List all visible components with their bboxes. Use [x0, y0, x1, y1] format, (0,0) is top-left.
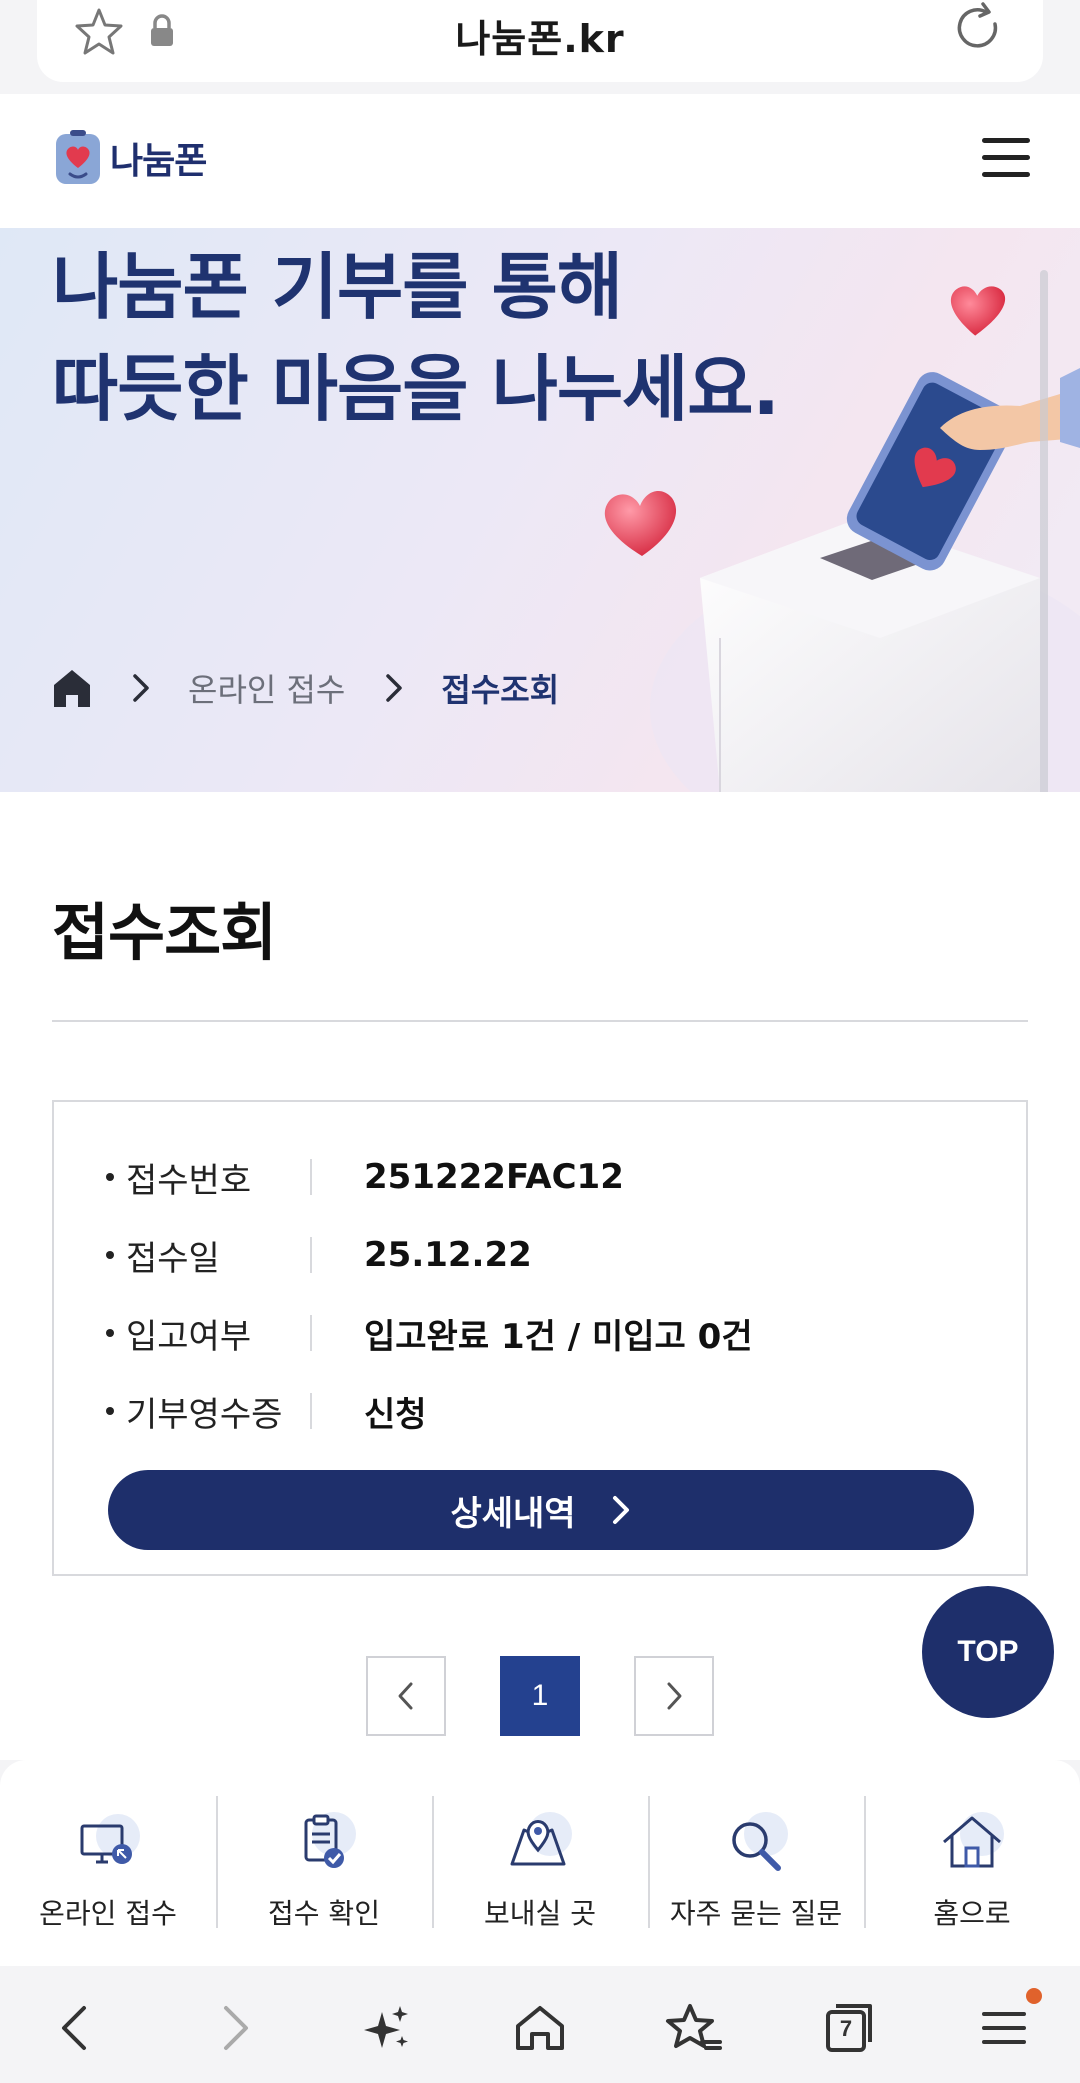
info-separator [310, 1237, 312, 1273]
browser-bottom-nav: 7 [0, 1966, 1080, 2083]
quick-send-address[interactable]: 보내실 곳 [432, 1796, 648, 1946]
ai-sparkle-icon[interactable] [356, 1998, 416, 2058]
map-pin-icon [510, 1812, 572, 1866]
house-icon [943, 1812, 1004, 1868]
chevron-right-icon [667, 1682, 682, 1710]
reload-icon[interactable] [951, 0, 1007, 56]
url-text[interactable]: 나눔폰.kr [37, 8, 1043, 63]
pagination-prev-button[interactable] [366, 1656, 446, 1736]
site-header: 나눔폰 [0, 94, 1080, 228]
breadcrumb-online-application[interactable]: 온라인 접수 [188, 665, 345, 711]
info-row-receipt-date: 접수일 25.12.22 [106, 1230, 532, 1280]
site-logo[interactable]: 나눔폰 [52, 128, 207, 188]
quick-label: 접수 확인 [268, 1897, 380, 1930]
title-divider [52, 1020, 1028, 1022]
address-bar[interactable]: 나눔폰.kr [37, 0, 1043, 82]
browser-url-bar: 나눔폰.kr [0, 0, 1080, 94]
quick-online-application[interactable]: 온라인 접수 [0, 1796, 216, 1946]
info-row-donation-receipt: 기부영수증 신청 [106, 1386, 427, 1436]
bullet [106, 1407, 114, 1415]
info-value: 25.12.22 [364, 1235, 532, 1275]
bullet [106, 1251, 114, 1259]
detail-button-label: 상세내역 [450, 1493, 576, 1534]
quick-faq[interactable]: 자주 묻는 질문 [648, 1796, 864, 1946]
bookmarks-icon[interactable] [664, 1998, 724, 2058]
detail-button[interactable]: 상세내역 [108, 1470, 974, 1550]
bullet [106, 1329, 114, 1337]
pagination-next-button[interactable] [634, 1656, 714, 1736]
info-separator [310, 1393, 312, 1429]
pagination-page-current[interactable]: 1 [500, 1656, 580, 1736]
quick-home[interactable]: 홈으로 [864, 1796, 1080, 1946]
info-row-receipt-number: 접수번호 251222FAC12 [106, 1152, 624, 1202]
logo-phone-heart-icon [56, 130, 100, 184]
chevron-right-icon [612, 1496, 629, 1524]
chevron-left-icon [398, 1682, 413, 1710]
menu-icon[interactable] [974, 1998, 1034, 2058]
forward-icon[interactable] [204, 1998, 264, 2058]
floating-heart-icon [604, 491, 677, 556]
clipboard-check-icon [304, 1812, 356, 1868]
receipt-info-card: 접수번호 251222FAC12 접수일 25.12.22 입고여부 입고완료 … [52, 1100, 1028, 1576]
info-separator [310, 1315, 312, 1351]
search-icon [732, 1812, 788, 1871]
info-key: 기부영수증 [126, 1394, 283, 1435]
breadcrumb: 온라인 접수 접수조회 [52, 658, 559, 718]
info-key: 입고여부 [126, 1316, 252, 1357]
quick-menu-bar: 온라인 접수 접수 확인 보내실 곳 자주 묻는 질문 홈으로 [0, 1760, 1080, 1966]
quick-application-check[interactable]: 접수 확인 [216, 1796, 432, 1946]
monitor-icon [80, 1814, 140, 1864]
bullet [106, 1173, 114, 1181]
info-value: 251222FAC12 [364, 1157, 624, 1197]
home-icon[interactable] [510, 1998, 570, 2058]
info-row-stock-status: 입고여부 입고완료 1건 / 미입고 0건 [106, 1308, 753, 1358]
quick-label: 보내실 곳 [484, 1897, 596, 1930]
info-separator [310, 1159, 312, 1195]
info-value: 입고완료 1건 / 미입고 0건 [364, 1316, 753, 1357]
back-icon[interactable] [46, 1998, 106, 2058]
hamburger-menu-icon[interactable] [982, 138, 1030, 178]
info-key: 접수일 [126, 1238, 220, 1279]
tab-count: 7 [839, 2016, 853, 2041]
chevron-right-icon [386, 674, 403, 702]
scroll-to-top-button[interactable]: TOP [922, 1586, 1054, 1718]
page-title: 접수조회 [52, 896, 277, 969]
home-icon[interactable] [52, 667, 92, 709]
info-key: 접수번호 [126, 1160, 252, 1201]
chevron-right-icon [133, 674, 149, 702]
notification-dot [1026, 1988, 1042, 2004]
main-content: 접수조회 접수번호 251222FAC12 접수일 25.12.22 입고여부 … [0, 792, 1080, 1760]
hero-banner: 나눔폰 기부를 통해 따듯한 마음을 나누세요. 온라인 접수 접수조회 [0, 228, 1080, 792]
logo-text: 나눔폰 [110, 141, 207, 182]
quick-label: 홈으로 [933, 1897, 1011, 1930]
breadcrumb-current: 접수조회 [441, 671, 560, 709]
tabs-button[interactable]: 7 [820, 1998, 880, 2058]
pagination: 1 [366, 1656, 714, 1736]
quick-label: 자주 묻는 질문 [669, 1897, 843, 1930]
info-value: 신청 [364, 1394, 427, 1435]
quick-label: 온라인 접수 [39, 1897, 177, 1930]
